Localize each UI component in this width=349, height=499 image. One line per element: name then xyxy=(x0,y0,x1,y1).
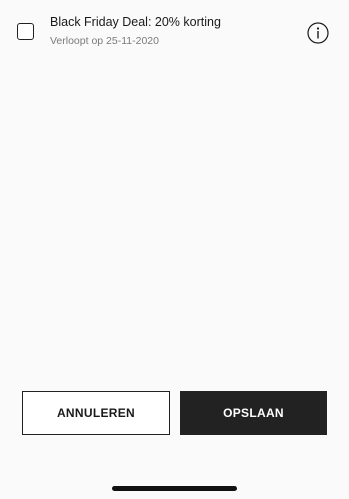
deal-expiry: Verloopt op 25-11-2020 xyxy=(50,35,159,47)
info-icon[interactable] xyxy=(307,22,329,44)
cancel-button[interactable]: ANNULEREN xyxy=(22,391,170,435)
deal-row: Black Friday Deal: 20% korting Verloopt … xyxy=(0,0,349,60)
deal-checkbox[interactable] xyxy=(17,23,34,40)
deal-title: Black Friday Deal: 20% korting xyxy=(50,15,221,29)
home-indicator[interactable] xyxy=(112,486,237,491)
save-button[interactable]: OPSLAAN xyxy=(180,391,327,435)
